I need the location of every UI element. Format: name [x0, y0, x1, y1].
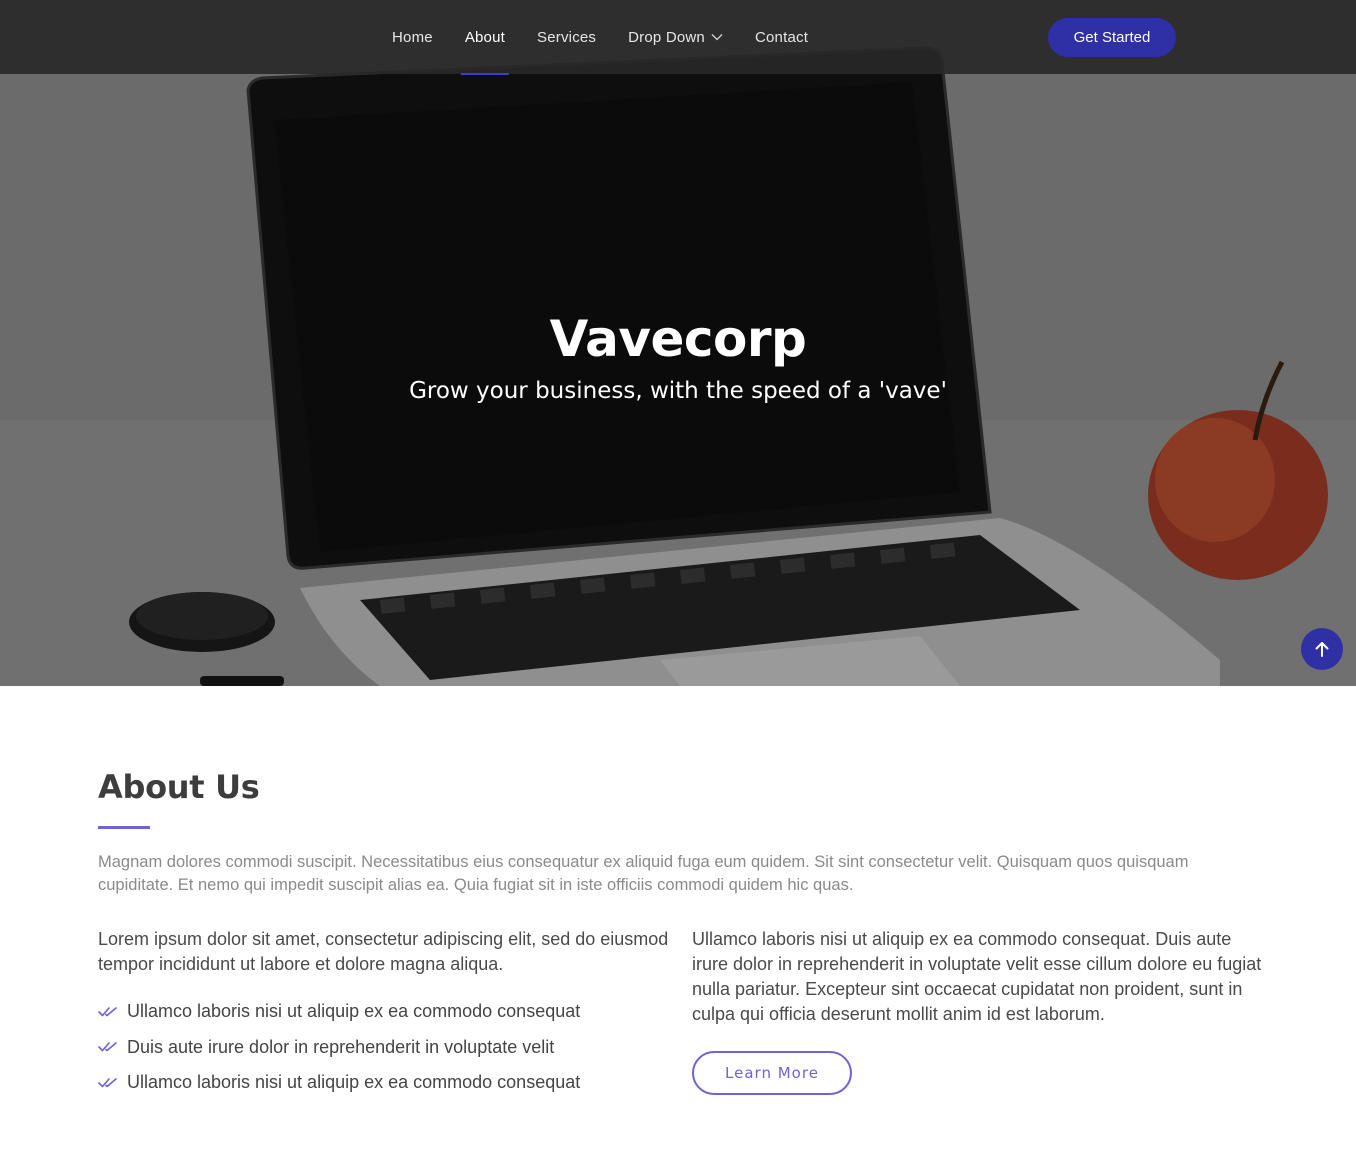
nav-dropdown[interactable]: Drop Down [612, 0, 739, 74]
site-header: Home About Services Drop Down Contact Ge… [0, 0, 1356, 75]
about-left-column: Lorem ipsum dolor sit amet, consectetur … [98, 927, 678, 1101]
hero-subtitle: Grow your business, with the speed of a … [409, 378, 947, 404]
nav-contact-label: Contact [754, 28, 809, 46]
main-navigation: Home About Services Drop Down Contact [376, 0, 824, 75]
list-item-text: Ullamco laboris nisi ut aliquip ex ea co… [127, 1001, 581, 1022]
nav-about-label: About [464, 28, 506, 46]
arrow-up-icon [1315, 642, 1329, 657]
about-title: About Us [98, 768, 260, 806]
hero-title: Vavecorp [549, 310, 807, 368]
chevron-down-icon [711, 34, 723, 41]
nav-dropdown-label: Drop Down [628, 28, 705, 46]
double-check-icon [98, 1077, 117, 1088]
learn-more-button[interactable]: Learn More [692, 1051, 852, 1095]
nav-contact[interactable]: Contact [739, 0, 824, 74]
about-right-paragraph: Ullamco laboris nisi ut aliquip ex ea co… [692, 929, 1262, 1024]
list-item-text: Ullamco laboris nisi ut aliquip ex ea co… [127, 1072, 581, 1093]
double-check-icon [98, 1006, 117, 1017]
nav-about[interactable]: About [449, 0, 521, 75]
hero-section: Vavecorp Grow your business, with the sp… [0, 0, 1356, 686]
about-right-column: Ullamco laboris nisi ut aliquip ex ea co… [692, 927, 1268, 1095]
list-item: Ullamco laboris nisi ut aliquip ex ea co… [98, 994, 678, 1030]
list-item: Ullamco laboris nisi ut aliquip ex ea co… [98, 1065, 678, 1101]
about-intro: Magnam dolores commodi suscipit. Necessi… [98, 853, 1189, 894]
get-started-button[interactable]: Get Started [1048, 18, 1176, 57]
feature-list: Ullamco laboris nisi ut aliquip ex ea co… [98, 994, 678, 1101]
about-left-paragraph: Lorem ipsum dolor sit amet, consectetur … [98, 929, 669, 974]
title-underline [98, 826, 150, 829]
nav-home-label: Home [392, 28, 433, 46]
list-item: Duis aute irure dolor in reprehenderit i… [98, 1030, 678, 1066]
nav-services[interactable]: Services [521, 0, 612, 74]
back-to-top-button[interactable] [1301, 628, 1343, 670]
list-item-text: Duis aute irure dolor in reprehenderit i… [127, 1036, 555, 1057]
nav-home[interactable]: Home [376, 0, 449, 74]
double-check-icon [98, 1042, 117, 1052]
nav-services-label: Services [537, 28, 597, 46]
